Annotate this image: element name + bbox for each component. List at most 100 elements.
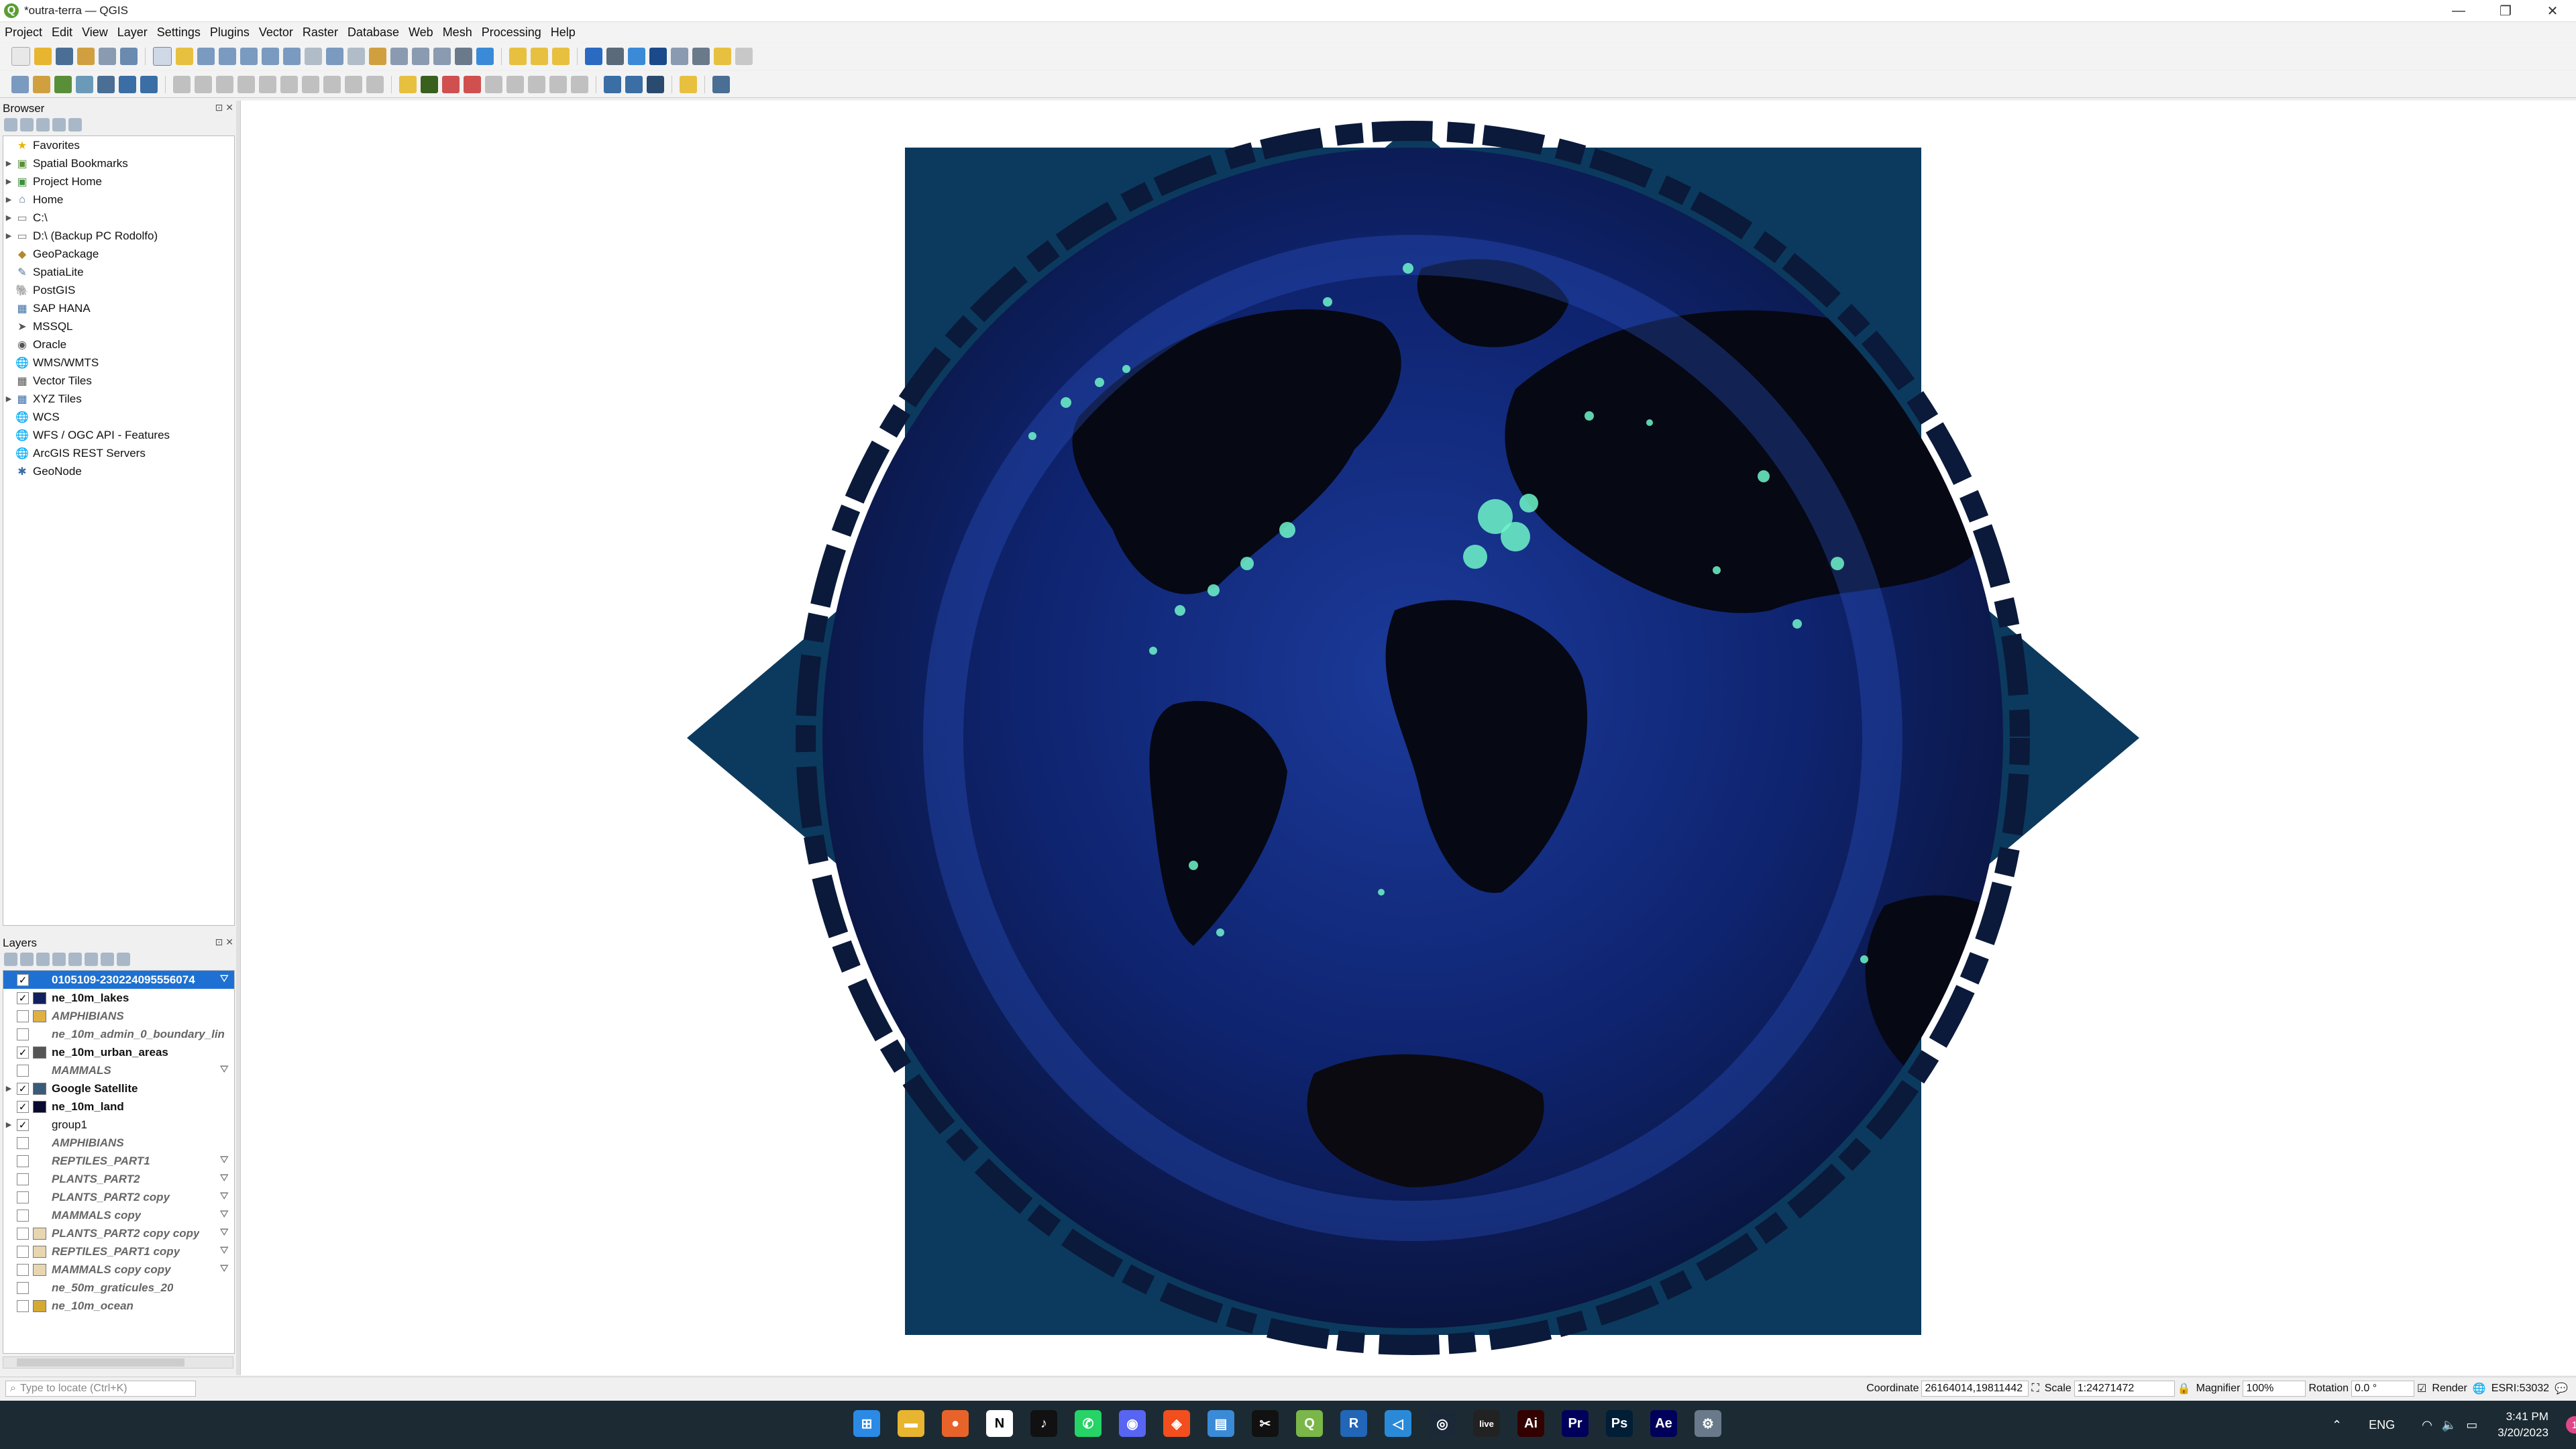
battery-icon[interactable]: ▭: [2466, 1418, 2477, 1432]
add-selected-icon[interactable]: [4, 118, 17, 131]
scale-field[interactable]: 1:24271472: [2074, 1381, 2175, 1397]
wifi-icon[interactable]: ◠: [2422, 1418, 2432, 1432]
premiere-icon[interactable]: Pr: [1562, 1410, 1589, 1437]
layer-visibility-checkbox[interactable]: [17, 1227, 29, 1240]
browser-item-geonode[interactable]: ✱ GeoNode: [3, 462, 234, 480]
layer-visibility-checkbox[interactable]: [17, 1281, 29, 1294]
browser-item-wfs-ogc-api-features[interactable]: 🌐 WFS / OGC API - Features: [3, 426, 234, 444]
model-designer-icon[interactable]: [625, 75, 643, 93]
filter-icon[interactable]: ⛛: [220, 1245, 229, 1257]
expand-arrow-icon[interactable]: ▶: [3, 231, 14, 240]
collapse-all-icon[interactable]: [101, 953, 114, 966]
clock-date[interactable]: 3/20/2023: [2498, 1425, 2548, 1441]
add-virtual-layer-icon[interactable]: [140, 75, 158, 93]
browser-item-mssql[interactable]: ➤ MSSQL: [3, 317, 234, 335]
menu-processing[interactable]: Processing: [477, 25, 546, 40]
layer-visibility-checkbox[interactable]: ✓: [17, 991, 29, 1004]
browser-item-geopackage[interactable]: ◆ GeoPackage: [3, 245, 234, 263]
history-icon[interactable]: [647, 75, 664, 93]
browser-item-vector-tiles[interactable]: ▦ Vector Tiles: [3, 372, 234, 390]
menu-raster[interactable]: Raster: [298, 25, 343, 40]
whatsapp-icon[interactable]: ✆: [1075, 1410, 1102, 1437]
layer-visibility-checkbox[interactable]: ✓: [17, 1046, 29, 1059]
vertex-tool-icon[interactable]: [237, 75, 255, 93]
properties-icon[interactable]: [68, 118, 82, 131]
layer-row[interactable]: ✓ ne_10m_urban_areas: [3, 1043, 234, 1061]
add-feature-icon[interactable]: [216, 75, 233, 93]
identify-features-icon[interactable]: [585, 48, 602, 65]
expand-arrow-icon[interactable]: ▶: [3, 1084, 14, 1093]
bookmark-icon[interactable]: [412, 48, 429, 65]
menu-layer[interactable]: Layer: [113, 25, 152, 40]
add-wfs-icon[interactable]: [119, 75, 136, 93]
attribute-table-icon[interactable]: [606, 48, 624, 65]
settings-icon[interactable]: ⚙: [1695, 1410, 1721, 1437]
collapse-all-icon[interactable]: [52, 118, 66, 131]
plugin-panel-icon[interactable]: [712, 75, 730, 93]
live-icon[interactable]: live: [1473, 1410, 1500, 1437]
zoom-out-icon[interactable]: [219, 48, 236, 65]
diagram-move-icon[interactable]: [549, 75, 567, 93]
copy-icon[interactable]: [302, 75, 319, 93]
browser-item-spatialite[interactable]: ✎ SpatiaLite: [3, 263, 234, 281]
label-change-icon[interactable]: [528, 75, 545, 93]
field-calculator-icon[interactable]: [628, 48, 645, 65]
label-move-icon[interactable]: [485, 75, 502, 93]
label-pin-icon[interactable]: [421, 75, 438, 93]
browser-item-oracle[interactable]: ◉ Oracle: [3, 335, 234, 354]
discord-icon[interactable]: ◉: [1119, 1410, 1146, 1437]
remove-layer-icon[interactable]: [117, 953, 130, 966]
layer-row[interactable]: ne_50m_graticules_20: [3, 1279, 234, 1297]
layer-row[interactable]: ✓ ne_10m_land: [3, 1097, 234, 1116]
messages-icon[interactable]: 💬: [2555, 1382, 2568, 1395]
menu-web[interactable]: Web: [404, 25, 438, 40]
paste-icon[interactable]: [323, 75, 341, 93]
annotation-icon[interactable]: [735, 48, 753, 65]
filter-icon[interactable]: ⛛: [220, 1209, 229, 1221]
measure-icon[interactable]: [692, 48, 710, 65]
new-map-view-icon[interactable]: [369, 48, 386, 65]
layer-visibility-checkbox[interactable]: [17, 1209, 29, 1222]
map-canvas[interactable]: [240, 101, 2576, 1375]
layer-row[interactable]: ne_10m_admin_0_boundary_lin: [3, 1025, 234, 1043]
filter-icon[interactable]: ⛛: [220, 1064, 229, 1076]
layer-row[interactable]: ne_10m_ocean: [3, 1297, 234, 1315]
show-bookmarks-icon[interactable]: [433, 48, 451, 65]
browser-item-xyz-tiles[interactable]: ▶ ▦ XYZ Tiles: [3, 390, 234, 408]
label-highlight-icon[interactable]: [442, 75, 460, 93]
zoom-native-icon[interactable]: [305, 48, 322, 65]
browser-item-spatial-bookmarks[interactable]: ▶ ▣ Spatial Bookmarks: [3, 154, 234, 172]
crs-button[interactable]: ESRI:53032: [2491, 1383, 2549, 1395]
layer-row[interactable]: AMPHIBIANS: [3, 1134, 234, 1152]
figma-icon[interactable]: ◈: [1163, 1410, 1190, 1437]
minimize-button[interactable]: —: [2435, 0, 2482, 21]
save-project-icon[interactable]: [56, 48, 73, 65]
render-checkbox[interactable]: ☑: [2417, 1382, 2426, 1395]
menu-edit[interactable]: Edit: [47, 25, 77, 40]
panel-close-icon[interactable]: ⊡ ✕: [215, 102, 233, 113]
menu-mesh[interactable]: Mesh: [438, 25, 477, 40]
layer-visibility-checkbox[interactable]: [17, 1136, 29, 1149]
vscode-icon[interactable]: ◁: [1385, 1410, 1411, 1437]
add-wms-icon[interactable]: [97, 75, 115, 93]
python-console-icon[interactable]: [680, 75, 697, 93]
menu-plugins[interactable]: Plugins: [205, 25, 254, 40]
layer-row[interactable]: MAMMALS copy copy ⛛: [3, 1260, 234, 1279]
manage-themes-icon[interactable]: [36, 953, 50, 966]
filter-icon[interactable]: ⛛: [220, 1155, 229, 1167]
browser-item-d-backup-pc-rodolfo[interactable]: ▶ ▭ D:\ (Backup PC Rodolfo): [3, 227, 234, 245]
browser-item-wms-wmts[interactable]: 🌐 WMS/WMTS: [3, 354, 234, 372]
filter-expression-icon[interactable]: [68, 953, 82, 966]
new-project-icon[interactable]: [11, 47, 30, 66]
filter-legend-icon[interactable]: [52, 953, 66, 966]
maximize-button[interactable]: ❐: [2482, 0, 2529, 21]
layer-row[interactable]: PLANTS_PART2 ⛛: [3, 1170, 234, 1188]
cut-icon[interactable]: [280, 75, 298, 93]
open-table-icon[interactable]: [671, 48, 688, 65]
expand-all-icon[interactable]: [85, 953, 98, 966]
layer-visibility-checkbox[interactable]: [17, 1064, 29, 1077]
statistics-icon[interactable]: [649, 48, 667, 65]
pan-map-icon[interactable]: [153, 47, 172, 66]
print-layout-icon[interactable]: [77, 48, 95, 65]
zoom-layer-icon[interactable]: [283, 48, 301, 65]
